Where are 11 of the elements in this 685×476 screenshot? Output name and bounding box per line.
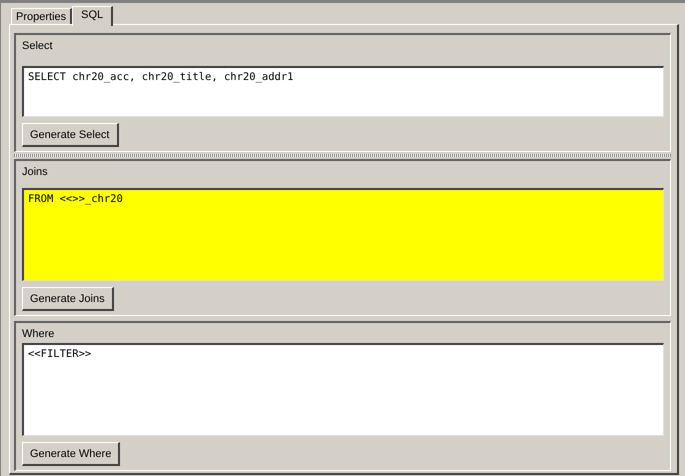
group-title: Select — [22, 40, 54, 52]
generate-button[interactable]: Generate Select — [22, 123, 118, 147]
sql-text-field[interactable]: SELECT chr20_acc, chr20_title, chr20_addr1 — [22, 66, 664, 117]
generate-button[interactable]: Generate Where — [22, 442, 120, 466]
group-title: Joins — [22, 166, 49, 178]
sql-text-field[interactable]: <<FILTER>> — [22, 343, 664, 436]
tab[interactable]: SQL — [72, 6, 114, 26]
tab[interactable]: Properties — [11, 8, 72, 24]
generate-button[interactable]: Generate Joins — [22, 287, 114, 311]
group-title: Where — [22, 328, 56, 340]
sql-text-field[interactable]: FROM <<>>_chr20 — [22, 188, 664, 281]
